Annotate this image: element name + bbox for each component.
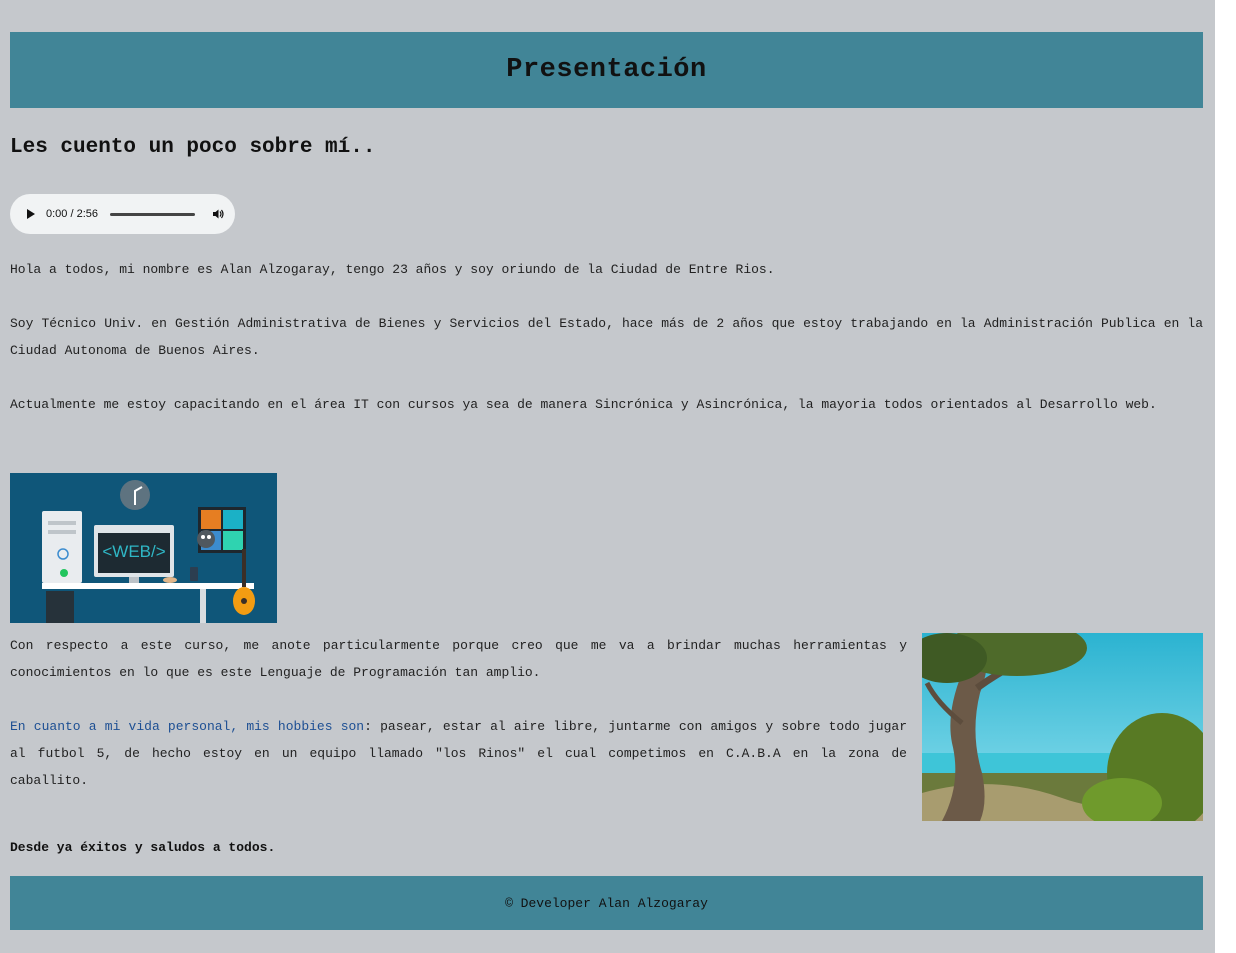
page-header: Presentación xyxy=(10,32,1203,108)
audio-player[interactable]: 0:00 / 2:56 xyxy=(10,194,235,234)
intro-heading: Les cuento un poco sobre mí.. xyxy=(10,136,376,159)
web-development-illustration: <WEB/> xyxy=(10,473,277,623)
volume-icon[interactable] xyxy=(212,208,224,220)
paragraph-intro: Hola a todos, mi nombre es Alan Alzogara… xyxy=(10,262,775,277)
audio-time: 0:00 / 2:56 xyxy=(46,208,98,220)
page-footer: © Developer Alan Alzogaray xyxy=(10,876,1203,930)
hobbies-highlight: En cuanto a mi vida personal, mis hobbie… xyxy=(10,719,365,734)
footer-text: © Developer Alan Alzogaray xyxy=(505,895,708,911)
play-icon[interactable] xyxy=(27,209,35,219)
page: Presentación Les cuento un poco sobre mí… xyxy=(0,0,1215,953)
paragraph-studies: Soy Técnico Univ. en Gestión Administrat… xyxy=(10,316,1203,358)
web-label: <WEB/> xyxy=(102,542,165,561)
paragraph-hobbies: En cuanto a mi vida personal, mis hobbie… xyxy=(10,713,907,794)
paragraph-course: Con respecto a este curso, me anote part… xyxy=(10,638,907,680)
page-title: Presentación xyxy=(506,55,707,85)
audio-progress-bar[interactable] xyxy=(110,212,195,216)
paragraph-training: Actualmente me estoy capacitando en el á… xyxy=(10,397,1157,412)
lake-landscape-photo xyxy=(922,633,1203,821)
closing-text: Desde ya éxitos y saludos a todos. xyxy=(10,840,276,855)
